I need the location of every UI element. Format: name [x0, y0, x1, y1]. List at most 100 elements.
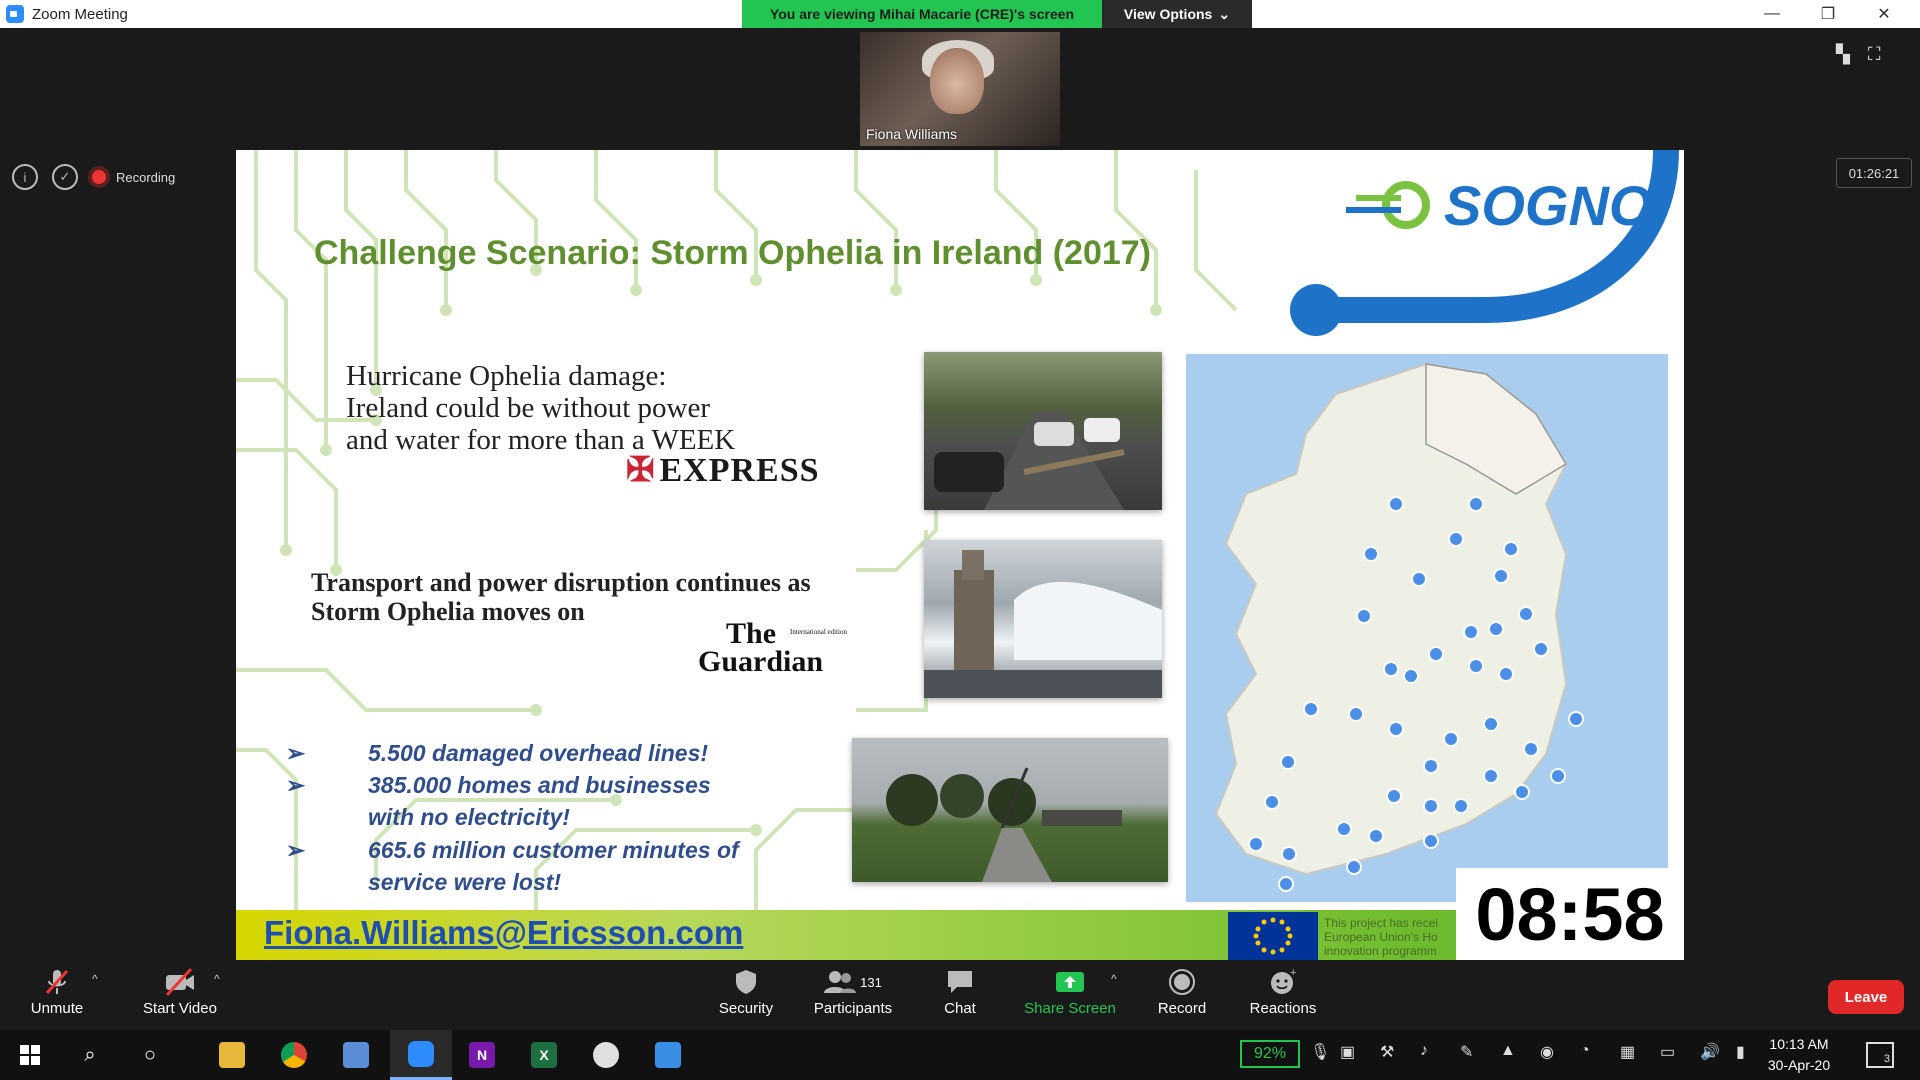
- view-options-label: View Options: [1123, 6, 1213, 22]
- start-button[interactable]: [2, 1030, 58, 1080]
- encryption-shield-icon[interactable]: ✓: [52, 164, 78, 190]
- monitor-icon: [343, 1042, 369, 1068]
- security-label: Security: [718, 1000, 774, 1017]
- taskbar-remote-desktop[interactable]: [328, 1030, 384, 1080]
- photos-icon: [655, 1042, 681, 1068]
- gallery-view-icon[interactable]: ▚: [1836, 44, 1850, 65]
- contact-email-link[interactable]: Fiona.Williams@Ericsson.com: [264, 914, 743, 952]
- taskbar-photos[interactable]: [640, 1030, 696, 1080]
- express-headline-line: Ireland could be without power: [346, 392, 711, 424]
- share-screen-button[interactable]: Share Screen: [1020, 964, 1120, 1026]
- meeting-info-icon[interactable]: i: [12, 164, 38, 190]
- minimize-icon: —: [1764, 5, 1780, 22]
- fallen-pole-photo: [852, 738, 1168, 882]
- taskbar-paint[interactable]: [578, 1030, 634, 1080]
- meeting-elapsed-timer: 01:26:21: [1836, 158, 1912, 188]
- cortana-button[interactable]: ○: [122, 1030, 178, 1080]
- taskbar-chrome[interactable]: [266, 1030, 322, 1080]
- tray-network-icon[interactable]: ▦: [1620, 1042, 1635, 1062]
- express-logo-text: EXPRESS: [659, 452, 820, 489]
- view-options-button[interactable]: View Options ⌄: [1102, 0, 1252, 28]
- eu-funding-text: This project has recei European Union's …: [1324, 916, 1438, 958]
- notification-center-button[interactable]: 3: [1866, 1042, 1894, 1068]
- shared-slide: Challenge Scenario: Storm Ophelia in Ire…: [236, 150, 1684, 960]
- wifi-icon[interactable]: ◔: [1580, 1042, 1590, 1060]
- video-options-caret[interactable]: ^: [214, 972, 220, 986]
- security-button[interactable]: Security: [706, 964, 786, 1026]
- recording-label: Recording: [116, 169, 176, 185]
- arrow-right-icon: ➢: [286, 772, 306, 798]
- reactions-label: Reactions: [1249, 1000, 1317, 1017]
- tray-onenote-icon[interactable]: ✎: [1460, 1042, 1473, 1062]
- express-headline: Hurricane Ophelia damage: Ireland could …: [346, 360, 866, 456]
- windows-taskbar: ⌕ ○ N X 92% 🎙 ▣ ⚒ ♪ ✎ ▲ ◉ ◔ ▦ ▭ 🔊 ▮ 10:1…: [0, 1030, 1920, 1080]
- tray-tool-icon[interactable]: ⚒: [1380, 1042, 1394, 1062]
- taskbar-excel[interactable]: X: [516, 1030, 572, 1080]
- express-headline-line: Hurricane Ophelia damage:: [346, 360, 667, 392]
- chat-button[interactable]: Chat: [920, 964, 1000, 1026]
- crusader-icon: ✠: [626, 452, 656, 489]
- meeting-toolbar: Unmute ^ Start Video ^ Security 131 Part…: [0, 960, 1920, 1030]
- slide-title: Challenge Scenario: Storm Ophelia in Ire…: [314, 234, 1152, 272]
- participant-video-thumbnail[interactable]: Fiona Williams: [860, 32, 1060, 146]
- unmute-button[interactable]: Unmute: [18, 964, 96, 1026]
- zoom-app-icon: [6, 5, 24, 23]
- battery-indicator[interactable]: 92%: [1240, 1040, 1300, 1068]
- search-icon: ⌕: [84, 1043, 96, 1066]
- eu-funding-line: This project has recei: [1324, 916, 1439, 930]
- tray-zoom-icon[interactable]: ◉: [1540, 1042, 1554, 1062]
- sogno-logo: SOGNO: [1290, 150, 1679, 336]
- taskbar-zoom[interactable]: [390, 1030, 452, 1080]
- ireland-outage-map: [1186, 354, 1668, 902]
- chrome-icon: [281, 1042, 307, 1068]
- smiley-icon: +: [1268, 964, 1298, 1000]
- record-button[interactable]: Record: [1142, 964, 1222, 1026]
- guardian-headline-line: Transport and power disruption continues…: [311, 568, 811, 597]
- eu-funding-line: innovation programm: [1324, 944, 1437, 958]
- leave-button[interactable]: Leave: [1828, 980, 1904, 1014]
- restore-button[interactable]: ❐: [1800, 0, 1856, 28]
- record-icon: [1168, 964, 1196, 1000]
- guardian-edition-tag: International edition: [790, 628, 847, 636]
- close-button[interactable]: ✕: [1856, 0, 1912, 28]
- audio-options-caret[interactable]: ^: [92, 972, 98, 986]
- system-time: 10:13 AM: [1769, 1036, 1829, 1052]
- windows-logo-icon: [20, 1045, 40, 1065]
- excel-icon: X: [531, 1042, 557, 1068]
- paint-palette-icon: [593, 1042, 619, 1068]
- minimize-button[interactable]: —: [1744, 0, 1800, 28]
- participants-label: Participants: [813, 1000, 893, 1017]
- chat-bubble-icon: [945, 964, 975, 1000]
- search-button[interactable]: ⌕: [62, 1030, 118, 1080]
- window-title: Zoom Meeting: [32, 5, 128, 23]
- taskbar-onenote[interactable]: N: [454, 1030, 510, 1080]
- participants-button[interactable]: 131 Participants: [808, 964, 898, 1026]
- bullet-text: 385.000 homes and businesses: [368, 772, 711, 798]
- countdown-clock: 08:58: [1456, 868, 1684, 960]
- share-options-caret[interactable]: ^: [1111, 972, 1117, 986]
- system-clock[interactable]: 10:13 AM 30-Apr-20: [1764, 1034, 1834, 1076]
- bullet-text: 5.500 damaged overhead lines!: [368, 740, 709, 766]
- microphone-icon[interactable]: 🎙: [1310, 1042, 1330, 1062]
- tray-app-icon[interactable]: ▣: [1340, 1042, 1355, 1062]
- notification-count: 3: [1883, 1053, 1890, 1065]
- restore-icon: ❐: [1820, 6, 1836, 23]
- volume-icon[interactable]: 🔊: [1700, 1042, 1720, 1062]
- viewing-banner: You are viewing Mihai Macarie (CRE)'s sc…: [742, 0, 1102, 28]
- taskbar-file-explorer[interactable]: [204, 1030, 260, 1080]
- eu-flag: [1228, 912, 1318, 960]
- cortana-circle-icon: ○: [143, 1043, 157, 1066]
- battery-icon[interactable]: ▮: [1736, 1042, 1745, 1062]
- arrow-right-icon: ➢: [286, 740, 306, 766]
- chevron-down-icon: ⌄: [1218, 5, 1231, 22]
- bullet-text: 665.6 million customer minutes of: [368, 837, 739, 863]
- reactions-button[interactable]: + Reactions: [1238, 964, 1328, 1026]
- tray-display-icon[interactable]: ▭: [1660, 1042, 1675, 1062]
- tray-mic-icon[interactable]: ♪: [1420, 1042, 1428, 1060]
- recording-indicator-icon: [92, 170, 106, 184]
- participants-icon: [824, 971, 857, 993]
- fullscreen-icon[interactable]: ⛶: [1868, 44, 1881, 65]
- arrow-right-icon: ➢: [286, 837, 306, 863]
- share-screen-icon: [1054, 964, 1086, 1000]
- tray-vlc-icon[interactable]: ▲: [1500, 1042, 1516, 1060]
